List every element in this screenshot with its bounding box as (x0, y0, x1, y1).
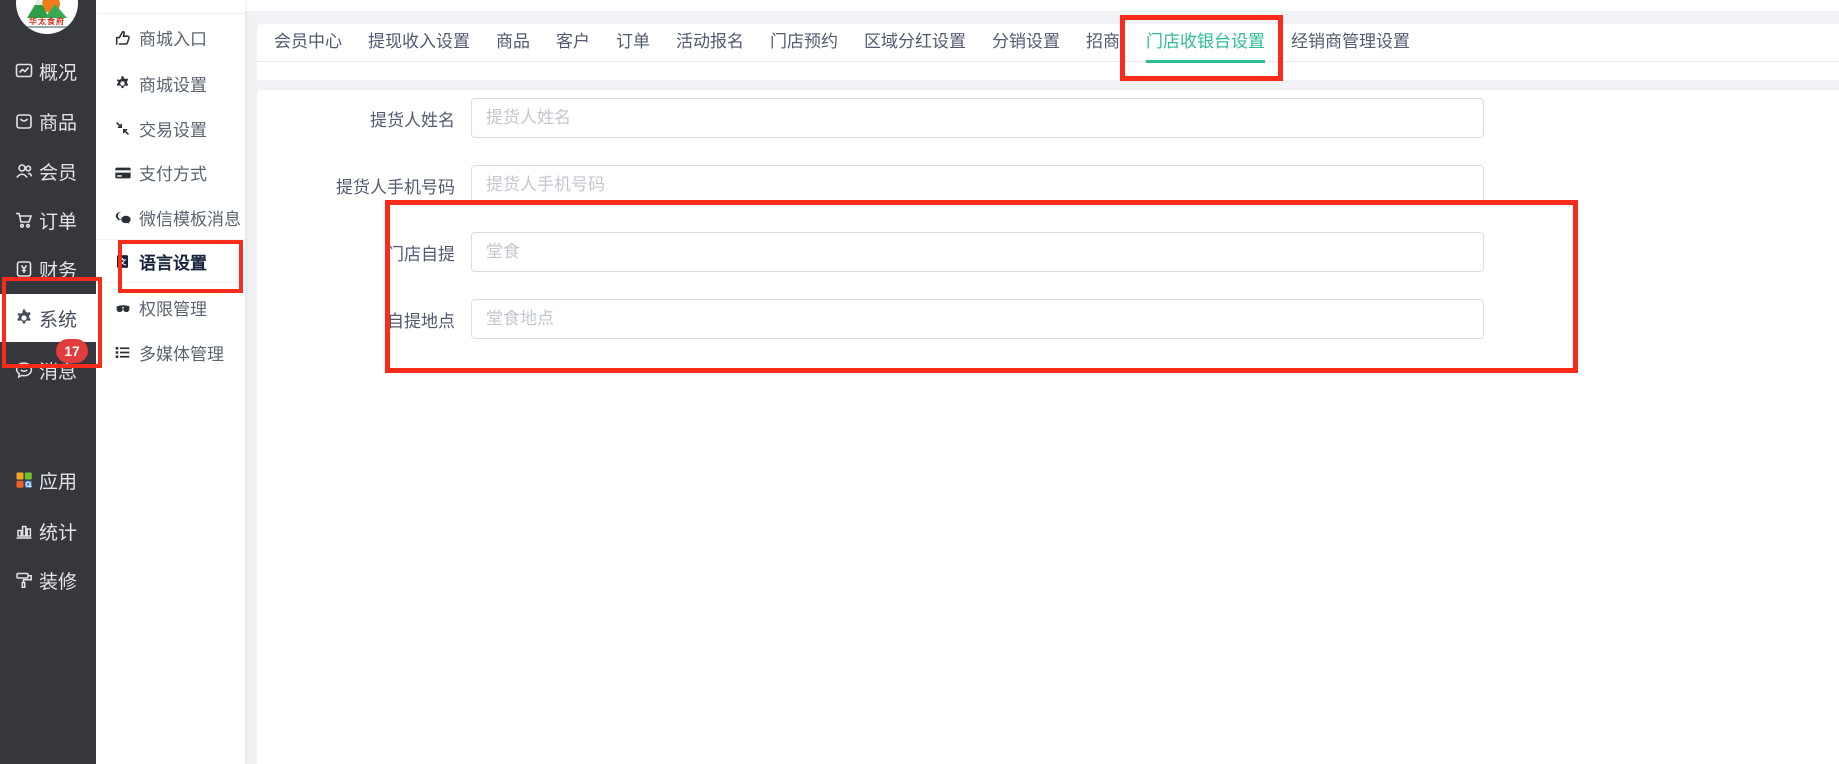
submenu-item-label: 多媒体管理 (139, 340, 224, 365)
logo: 华太食府 (16, 0, 78, 34)
tab-dealer-management[interactable]: 经销商管理设置 (1291, 24, 1410, 62)
form-row-picker-name: 提货人姓名 (257, 98, 1839, 138)
submenu-item-label: 商城设置 (139, 71, 207, 96)
tab-customers[interactable]: 客户 (556, 24, 590, 62)
paint-roller-icon (13, 570, 34, 591)
picker-name-input[interactable] (471, 98, 1484, 138)
sidebar-item-finance[interactable]: 财务 (0, 255, 96, 283)
chat-bubble-icon (13, 360, 34, 381)
submenu-item-label: 权限管理 (139, 295, 207, 320)
cart-icon (13, 210, 34, 231)
tab-region-dividend[interactable]: 区域分红设置 (864, 24, 966, 62)
sidebar-item-members[interactable]: 会员 (0, 157, 96, 185)
sidebar-item-overview[interactable]: 概况 (0, 57, 96, 85)
sidebar-item-decorate[interactable]: 装修 (0, 566, 96, 594)
gear-icon (13, 308, 34, 329)
credit-card-icon (113, 163, 132, 182)
sidebar-item-label: 概况 (39, 58, 77, 85)
field-label: 提货人手机号码 (257, 173, 471, 198)
mask-icon (113, 298, 132, 317)
sidebar-item-label: 订单 (39, 207, 77, 234)
notification-badge: 17 (56, 339, 88, 363)
pickup-location-input[interactable] (471, 299, 1484, 339)
bag-icon (13, 111, 34, 132)
submenu-item-language-settings[interactable]: 文 语言设置 (96, 239, 245, 283)
collapse-arrows-icon (113, 119, 132, 138)
sidebar-item-stats[interactable]: 统计 (0, 517, 96, 545)
submenu-item-label: 语言设置 (139, 249, 207, 274)
submenu-item-label: 微信模板消息 (139, 205, 241, 230)
sidebar-item-label: 应用 (39, 467, 77, 494)
gear-icon (113, 74, 132, 93)
submenu-item-wechat-template[interactable]: 微信模板消息 (96, 195, 245, 240)
svg-text:文: 文 (119, 256, 127, 266)
sidebar-item-system[interactable]: 系统 (0, 304, 96, 332)
field-label: 门店自提 (257, 240, 471, 265)
form-row-pickup-location: 自提地点 (257, 299, 1839, 339)
monitor-chart-icon (13, 61, 34, 82)
wechat-icon (113, 208, 132, 227)
yen-document-icon (13, 259, 34, 280)
store-pickup-input[interactable] (471, 232, 1484, 272)
sidebar-item-orders[interactable]: 订单 (0, 206, 96, 234)
sidebar-item-label: 会员 (39, 158, 77, 185)
logo-subtitle-line (26, 26, 68, 28)
submenu-item-mall-settings[interactable]: 商城设置 (96, 61, 245, 106)
tab-store-cashier-settings[interactable]: 门店收银台设置 (1146, 24, 1265, 62)
secondary-sidebar: 商城入口 商城设置 交易设置 支付方式 (96, 0, 245, 764)
submenu-item-permissions[interactable]: 权限管理 (96, 285, 245, 330)
main-content: 会员中心 提现收入设置 商品 客户 订单 活动报名 门店预约 区域分红设置 分销… (245, 0, 1839, 764)
thumbs-up-icon (113, 28, 132, 47)
sidebar-item-label: 统计 (39, 518, 77, 545)
sidebar-item-label: 装修 (39, 567, 77, 594)
tab-activity-signup[interactable]: 活动报名 (676, 24, 744, 62)
submenu-item-payment[interactable]: 支付方式 (96, 150, 245, 195)
submenu-item-trade-settings[interactable]: 交易设置 (96, 106, 245, 151)
top-header-strip (245, 0, 1839, 11)
sidebar-item-apps[interactable]: 应用 (0, 466, 96, 494)
field-label: 提货人姓名 (257, 106, 471, 131)
sidebar-item-goods[interactable]: 商品 (0, 107, 96, 135)
bar-chart-icon (13, 521, 34, 542)
tab-withdraw-income[interactable]: 提现收入设置 (368, 24, 470, 62)
submenu-item-label: 支付方式 (139, 160, 207, 185)
sidebar-item-label: 财务 (39, 256, 77, 283)
submenu-item-label: 交易设置 (139, 116, 207, 141)
tab-store-booking[interactable]: 门店预约 (770, 24, 838, 62)
sidebar-divider (96, 13, 245, 14)
picker-phone-input[interactable] (471, 165, 1484, 205)
submenu-item-mall-entry[interactable]: 商城入口 (96, 15, 245, 60)
tab-orders[interactable]: 订单 (616, 24, 650, 62)
document-icon: 文 (113, 252, 132, 271)
tab-distribution[interactable]: 分销设置 (992, 24, 1060, 62)
field-label: 自提地点 (257, 307, 471, 332)
tab-member-center[interactable]: 会员中心 (274, 24, 342, 62)
tab-bar: 会员中心 提现收入设置 商品 客户 订单 活动报名 门店预约 区域分红设置 分销… (257, 24, 1839, 62)
submenu-item-media[interactable]: 多媒体管理 (96, 330, 245, 375)
form-row-store-pickup: 门店自提 (257, 232, 1839, 272)
sidebar-item-label: 商品 (39, 108, 77, 135)
grid-apps-icon (13, 470, 34, 491)
users-icon (13, 161, 34, 182)
primary-sidebar: 华太食府 概况 商品 会员 (0, 0, 96, 764)
tabs-card: 会员中心 提现收入设置 商品 客户 订单 活动报名 门店预约 区域分红设置 分销… (257, 24, 1839, 80)
list-icon (113, 343, 132, 362)
tab-goods[interactable]: 商品 (496, 24, 530, 62)
sidebar-item-label: 系统 (39, 305, 77, 332)
form-row-picker-phone: 提货人手机号码 (257, 165, 1839, 205)
tab-investment[interactable]: 招商 (1086, 24, 1120, 62)
settings-form: 提货人姓名 提货人手机号码 门店自提 自提地点 (257, 90, 1839, 764)
submenu-item-label: 商城入口 (139, 25, 207, 50)
